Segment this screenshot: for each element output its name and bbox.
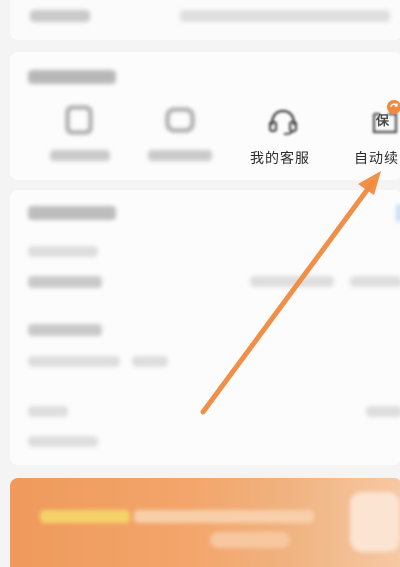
service-item-customer-service[interactable]: 我的客服 bbox=[240, 100, 330, 168]
promo-banner[interactable] bbox=[10, 478, 400, 567]
info-section-title bbox=[28, 206, 116, 220]
info-row-4-value bbox=[132, 356, 168, 367]
info-row-5-value bbox=[366, 406, 400, 417]
info-row-2-label bbox=[28, 276, 102, 288]
info-section-accent bbox=[396, 204, 400, 222]
info-row-2-value-b bbox=[350, 276, 400, 287]
banner-highlight-text bbox=[40, 510, 130, 523]
claim-icon bbox=[166, 108, 194, 132]
refresh-icon bbox=[387, 100, 400, 114]
top-row-label bbox=[30, 10, 90, 22]
top-info-card bbox=[10, 0, 400, 40]
customer-service-label: 我的客服 bbox=[250, 151, 310, 167]
service-item-2-label bbox=[148, 150, 212, 161]
info-row-4-label bbox=[28, 356, 120, 367]
banner-illustration bbox=[350, 492, 400, 552]
banner-text bbox=[134, 510, 314, 523]
banner-button bbox=[210, 532, 290, 548]
auto-renew-label: 自动续 bbox=[354, 151, 399, 167]
service-section-title bbox=[28, 70, 116, 84]
service-item-auto-renew[interactable]: 保 自动续 bbox=[344, 100, 400, 168]
service-item-2[interactable] bbox=[138, 100, 228, 168]
info-row-3-label bbox=[28, 324, 102, 336]
top-row-value bbox=[180, 10, 390, 22]
info-row-5-label bbox=[28, 406, 68, 417]
info-row-6-label bbox=[28, 436, 98, 447]
service-item-1-label bbox=[50, 150, 110, 161]
info-row-2-value bbox=[250, 276, 334, 287]
headset-icon bbox=[267, 108, 299, 140]
policy-info-card bbox=[10, 190, 400, 465]
service-item-1[interactable] bbox=[38, 100, 128, 168]
info-row-1-label bbox=[28, 246, 98, 257]
shield-check-icon bbox=[66, 106, 92, 134]
